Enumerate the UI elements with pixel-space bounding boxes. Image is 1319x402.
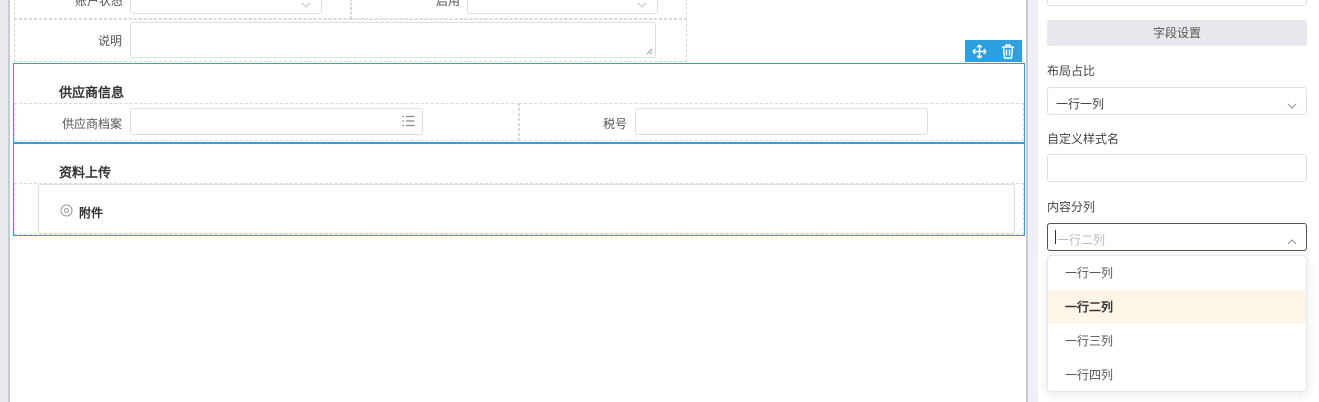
tax-no-label: 税号 <box>602 117 627 131</box>
move-icon[interactable] <box>972 43 987 59</box>
dropdown-option-selected[interactable]: 一行二列 <box>1048 290 1306 324</box>
dropdown-option[interactable]: 一行四列 <box>1048 358 1306 392</box>
account-status-label: 账户状态 <box>74 0 123 8</box>
supplier-section-title: 供应商信息 <box>59 86 125 101</box>
dropdown-option[interactable]: 一行三列 <box>1048 324 1306 358</box>
top-partial-input[interactable] <box>1047 0 1307 6</box>
enabled-select[interactable] <box>467 0 658 14</box>
content-columns-placeholder: 一行二列 <box>1057 233 1106 247</box>
layout-ratio-value: 一行一列 <box>1056 97 1105 111</box>
content-columns-dropdown: 一行一列 一行二列 一行三列 一行四列 <box>1047 255 1307 392</box>
chevron-down-icon <box>301 0 311 11</box>
supplier-file-input[interactable] <box>130 108 423 135</box>
trash-icon[interactable] <box>1001 43 1015 59</box>
content-columns-label: 内容分列 <box>1047 200 1096 214</box>
description-textarea[interactable] <box>130 22 656 58</box>
panel-divider <box>1028 0 1038 402</box>
upload-section-title: 资料上传 <box>59 166 112 181</box>
block-toolbar <box>965 40 1022 62</box>
custom-style-label: 自定义样式名 <box>1047 132 1120 146</box>
dropdown-option[interactable]: 一行一列 <box>1048 256 1306 290</box>
left-gutter <box>0 0 8 402</box>
list-icon[interactable] <box>402 115 415 130</box>
resize-handle-icon[interactable] <box>646 48 653 55</box>
content-columns-select[interactable]: 一行二列 <box>1047 223 1307 251</box>
tax-no-input[interactable] <box>635 108 928 135</box>
layout-ratio-label: 布局占比 <box>1047 64 1096 78</box>
layout-ratio-select[interactable]: 一行一列 <box>1047 87 1307 115</box>
attachment-panel[interactable] <box>38 184 1015 234</box>
supplier-file-label: 供应商档案 <box>61 117 122 131</box>
account-status-select[interactable] <box>130 0 322 14</box>
text-cursor <box>1055 230 1056 244</box>
field-settings-button[interactable]: 字段设置 <box>1047 20 1307 46</box>
attachment-icon <box>60 204 73 220</box>
chevron-down-icon <box>637 0 647 11</box>
attachment-label: 附件 <box>79 206 104 220</box>
enabled-label: 启用 <box>435 0 460 8</box>
description-label: 说明 <box>97 34 122 48</box>
custom-style-input[interactable] <box>1047 154 1307 182</box>
chevron-up-icon <box>1287 234 1297 248</box>
chevron-down-icon <box>1287 98 1297 112</box>
